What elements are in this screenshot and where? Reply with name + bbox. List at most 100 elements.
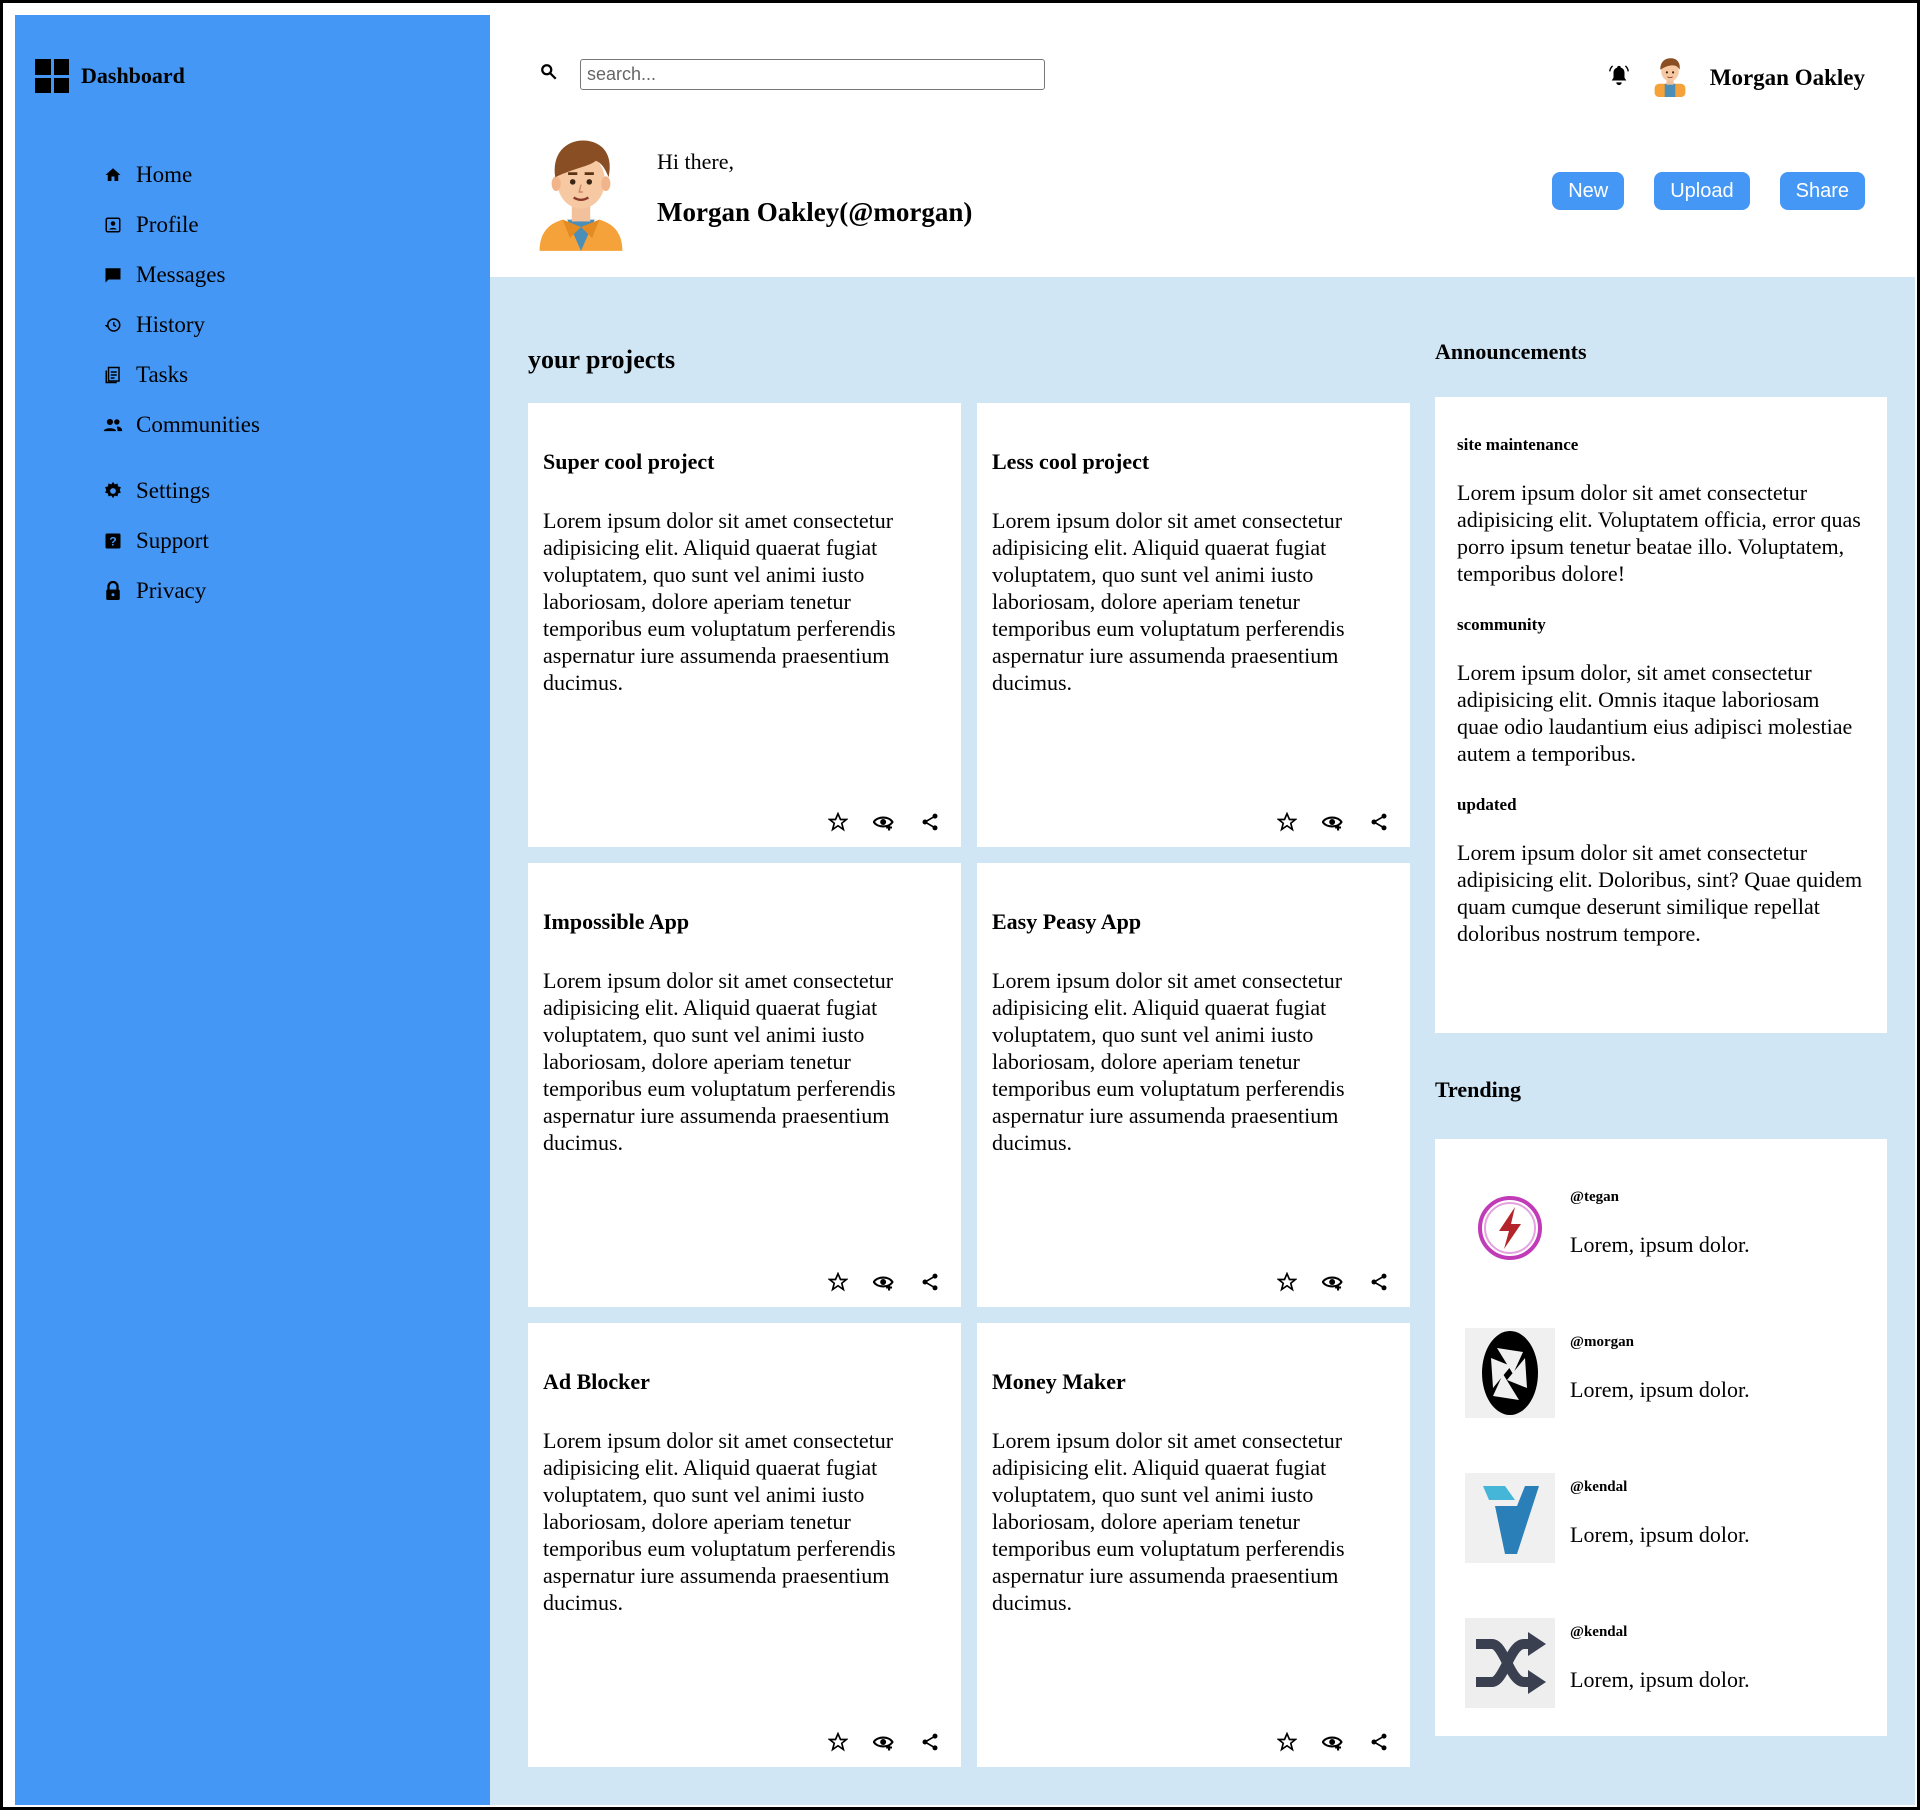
project-title[interactable]: Super cool project xyxy=(543,449,946,475)
share-icon[interactable] xyxy=(1366,809,1392,835)
message-icon xyxy=(102,264,124,286)
sidebar-item-support[interactable]: ? Support xyxy=(102,516,462,566)
share-icon[interactable] xyxy=(917,1269,943,1295)
card-actions xyxy=(1274,809,1392,835)
trending-heading: Trending xyxy=(1435,1077,1521,1102)
trending-item[interactable]: @kendal Lorem, ipsum dolor. xyxy=(1465,1473,1887,1618)
new-button[interactable]: New xyxy=(1552,172,1625,210)
trending-item[interactable]: @tegan Lorem, ipsum dolor. xyxy=(1465,1183,1887,1328)
star-icon[interactable] xyxy=(1274,1269,1300,1295)
project-description: Lorem ipsum dolor sit amet consectetur a… xyxy=(992,1428,1345,1615)
upload-button[interactable]: Upload xyxy=(1654,172,1750,210)
bell-icon[interactable] xyxy=(1608,64,1630,91)
trending-message: Lorem, ipsum dolor. xyxy=(1570,1232,1750,1257)
sidebar-item-home[interactable]: Home xyxy=(102,150,462,200)
star-icon[interactable] xyxy=(825,1729,851,1755)
announcement-title: site maintenance xyxy=(1457,435,1579,454)
brand[interactable]: Dashboard xyxy=(35,59,185,93)
aperture-logo-icon xyxy=(1465,1328,1555,1418)
project-title[interactable]: Ad Blocker xyxy=(543,1369,946,1395)
sidebar-item-label: History xyxy=(136,312,205,337)
sidebar-item-settings[interactable]: Settings xyxy=(102,466,462,516)
sidebar-item-profile[interactable]: Profile xyxy=(102,200,462,250)
shuffle-logo-icon xyxy=(1465,1618,1555,1708)
share-button[interactable]: Share xyxy=(1779,172,1865,210)
trending-item[interactable]: @kendal Lorem, ipsum dolor. xyxy=(1465,1618,1887,1763)
sidebar-item-label: Communities xyxy=(136,412,260,437)
welcome-text: Hi there, Morgan Oakley(@morgan) xyxy=(657,133,972,228)
sidebar-item-label: Support xyxy=(136,528,209,553)
sidebar-item-label: Profile xyxy=(136,212,199,237)
card-actions xyxy=(825,1269,943,1295)
people-icon xyxy=(102,414,124,436)
search-bar xyxy=(540,59,1045,90)
trending-user[interactable]: @kendal xyxy=(1570,1624,1750,1641)
sidebar-item-label: Settings xyxy=(136,478,211,503)
sidebar-item-history[interactable]: History xyxy=(102,300,462,350)
star-icon[interactable] xyxy=(825,809,851,835)
trending-item[interactable]: @morgan Lorem, ipsum dolor. xyxy=(1465,1328,1887,1473)
star-icon[interactable] xyxy=(1274,809,1300,835)
trending-user[interactable]: @morgan xyxy=(1570,1334,1750,1351)
svg-text:?: ? xyxy=(109,535,116,549)
eye-icon[interactable] xyxy=(1320,1729,1346,1755)
sidebar-item-messages[interactable]: Messages xyxy=(102,250,462,300)
gear-icon xyxy=(102,480,124,502)
project-card[interactable]: Super cool project Lorem ipsum dolor sit… xyxy=(528,403,961,847)
announcements-panel: site maintenance Lorem ipsum dolor sit a… xyxy=(1435,397,1887,1033)
project-card[interactable]: Impossible App Lorem ipsum dolor sit ame… xyxy=(528,863,961,1307)
user-name[interactable]: Morgan Oakley xyxy=(1710,65,1865,91)
share-icon[interactable] xyxy=(917,809,943,835)
project-title[interactable]: Less cool project xyxy=(992,449,1395,475)
help-icon: ? xyxy=(102,530,124,552)
share-icon[interactable] xyxy=(917,1729,943,1755)
project-description: Lorem ipsum dolor sit amet consectetur a… xyxy=(543,1428,896,1615)
search-input[interactable] xyxy=(580,59,1045,90)
sidebar-item-label: Home xyxy=(136,162,193,187)
welcome-block: Hi there, Morgan Oakley(@morgan) xyxy=(535,133,972,256)
trending-text: @tegan Lorem, ipsum dolor. xyxy=(1570,1183,1750,1258)
announcement-text: Lorem ipsum dolor sit amet consectetur a… xyxy=(1457,480,1861,586)
sidebar-item-label: Messages xyxy=(136,262,226,287)
avatar-small[interactable] xyxy=(1648,53,1692,102)
star-icon[interactable] xyxy=(1274,1729,1300,1755)
history-icon xyxy=(102,314,124,336)
tasks-icon xyxy=(102,364,124,386)
star-icon[interactable] xyxy=(825,1269,851,1295)
project-title[interactable]: Money Maker xyxy=(992,1369,1395,1395)
greeting: Hi there, xyxy=(657,149,734,174)
brand-title: Dashboard xyxy=(81,63,185,88)
profile-icon xyxy=(102,214,124,236)
eye-icon[interactable] xyxy=(1320,1269,1346,1295)
avatar xyxy=(535,133,627,256)
sidebar-item-communities[interactable]: Communities xyxy=(102,400,462,450)
trending-user[interactable]: @tegan xyxy=(1570,1189,1750,1206)
search-icon[interactable] xyxy=(540,63,558,86)
trending-user[interactable]: @kendal xyxy=(1570,1479,1750,1496)
share-icon[interactable] xyxy=(1366,1269,1392,1295)
eye-icon[interactable] xyxy=(871,809,897,835)
trending-panel: @tegan Lorem, ipsum dolor. @morgan Lorem… xyxy=(1435,1139,1887,1736)
projects-heading: your projects xyxy=(528,345,676,374)
trending-text: @kendal Lorem, ipsum dolor. xyxy=(1570,1473,1750,1548)
eye-icon[interactable] xyxy=(871,1729,897,1755)
project-title[interactable]: Impossible App xyxy=(543,909,946,935)
announcement-title: scommunity xyxy=(1457,615,1546,634)
projects-grid: Super cool project Lorem ipsum dolor sit… xyxy=(528,403,1413,1767)
sidebar-item-tasks[interactable]: Tasks xyxy=(102,350,462,400)
lightning-logo-icon xyxy=(1465,1183,1555,1273)
trending-message: Lorem, ipsum dolor. xyxy=(1570,1667,1750,1692)
project-card[interactable]: Easy Peasy App Lorem ipsum dolor sit ame… xyxy=(977,863,1410,1307)
header: Morgan Oakley Hi there, Morgan Oakley(@m… xyxy=(490,15,1915,277)
project-card[interactable]: Money Maker Lorem ipsum dolor sit amet c… xyxy=(977,1323,1410,1767)
trending-message: Lorem, ipsum dolor. xyxy=(1570,1377,1750,1402)
home-icon xyxy=(102,164,124,186)
project-card[interactable]: Less cool project Lorem ipsum dolor sit … xyxy=(977,403,1410,847)
project-card[interactable]: Ad Blocker Lorem ipsum dolor sit amet co… xyxy=(528,1323,961,1767)
project-title[interactable]: Easy Peasy App xyxy=(992,909,1395,935)
eye-icon[interactable] xyxy=(1320,809,1346,835)
share-icon[interactable] xyxy=(1366,1729,1392,1755)
eye-icon[interactable] xyxy=(871,1269,897,1295)
project-description: Lorem ipsum dolor sit amet consectetur a… xyxy=(543,508,896,695)
sidebar-item-privacy[interactable]: Privacy xyxy=(102,566,462,616)
